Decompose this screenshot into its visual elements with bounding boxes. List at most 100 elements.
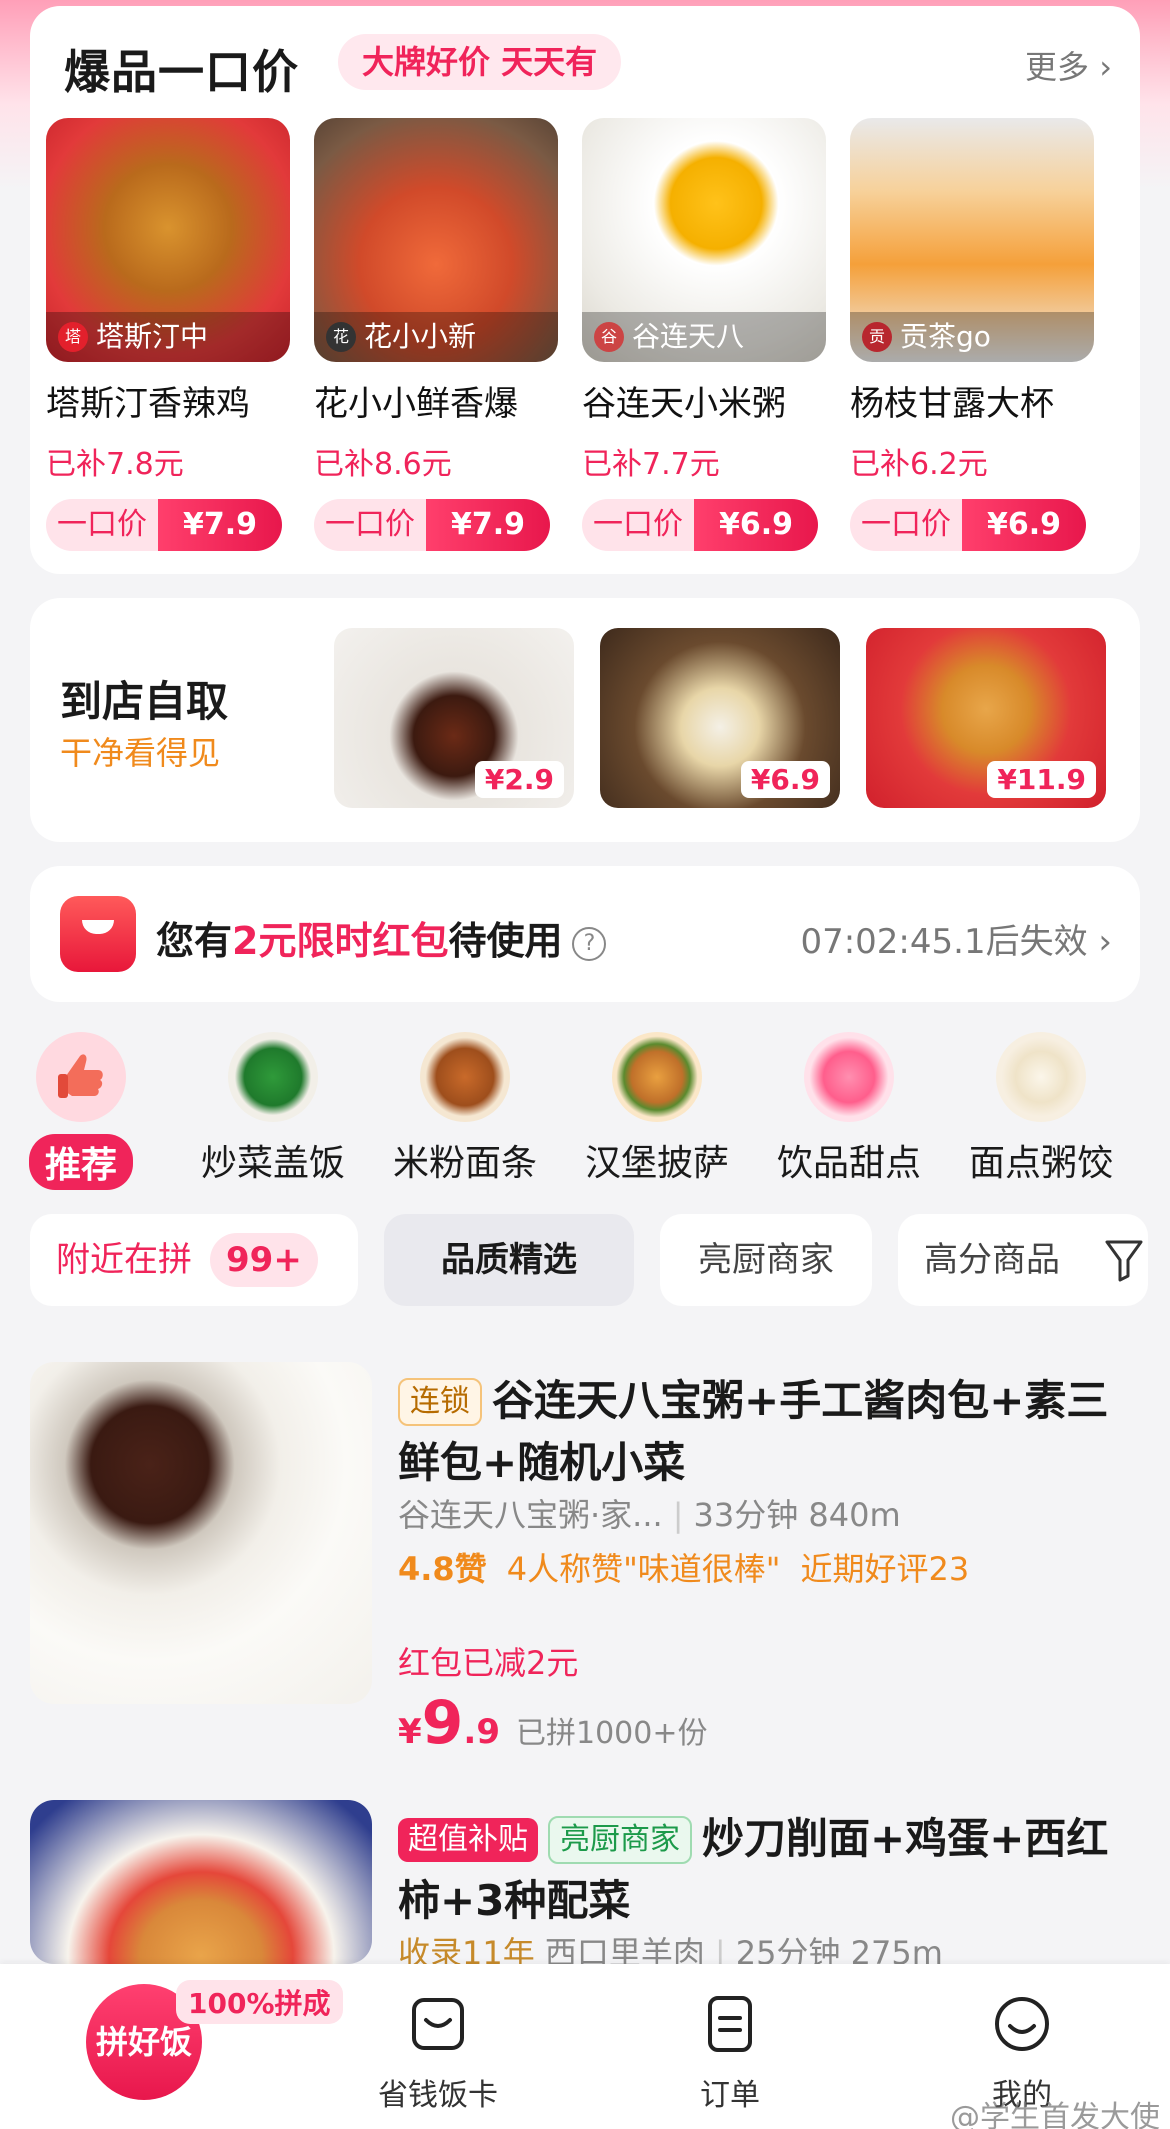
pickup-subtitle: 干净看得见 — [60, 734, 221, 772]
deal-item[interactable]: 谷谷连天八 谷连天小米粥 已补7.7元 一口价 ¥6.9 — [582, 118, 826, 551]
deal-brand: 塔塔斯汀中 — [46, 312, 290, 362]
filter-nearby-label: 附近在拼 — [56, 1240, 192, 1280]
deal-name: 塔斯汀香辣鸡 — [46, 384, 250, 424]
dumpling-icon — [996, 1032, 1086, 1122]
filter-nearby[interactable]: 附近在拼 99+ — [30, 1214, 358, 1306]
category-label: 炒菜盖饭 — [200, 1143, 345, 1184]
deal-brand: 谷谷连天八 — [582, 312, 826, 362]
chef-tag: 亮厨商家 — [548, 1816, 692, 1864]
product-title: 连锁 谷连天八宝粥+手工酱肉包+素三鲜包+随机小菜 — [398, 1370, 1138, 1494]
promo-text: 红包已减2元 — [398, 1644, 579, 1682]
category-noodles[interactable]: 米粉面条 — [390, 1032, 540, 1186]
deals-tag: 大牌好价 天天有 — [338, 34, 622, 90]
category-recommend[interactable]: 推荐 — [6, 1032, 156, 1190]
category-label: 推荐 — [28, 1134, 133, 1190]
category-label: 饮品甜点 — [776, 1143, 921, 1184]
deal-price-value: ¥7.9 — [426, 499, 550, 551]
brand-logo-icon: 花 — [326, 322, 356, 352]
pickup-item-image[interactable]: ¥11.9 — [866, 628, 1106, 808]
filter-score-label: 高分商品 — [924, 1240, 1060, 1280]
rating-score: 4.8赞 — [398, 1550, 487, 1588]
profile-smile-icon — [995, 1997, 1049, 2051]
shop-name: 谷连天八宝粥·家... — [398, 1496, 663, 1534]
category-stirfry[interactable]: 炒菜盖饭 — [198, 1032, 348, 1186]
coupon-suffix: 待使用 — [448, 919, 563, 963]
chevron-right-icon: › — [1099, 48, 1112, 86]
sold-count: 已拼1000+份 — [516, 1716, 708, 1751]
deals-more-label: 更多 — [1025, 48, 1090, 86]
product-image — [30, 1362, 372, 1704]
pickup-card[interactable]: 到店自取 干净看得见 ¥2.9 ¥6.9 ¥11.9 — [30, 598, 1140, 842]
pickup-item-image[interactable]: ¥6.9 — [600, 628, 840, 808]
deal-image: 谷谷连天八 — [582, 118, 826, 362]
dessert-icon — [804, 1032, 894, 1122]
deals-title: 爆品一口价 — [64, 45, 299, 99]
deal-price-pill: 一口价 ¥7.9 — [46, 499, 282, 551]
deal-subsidy: 已补7.7元 — [582, 447, 720, 482]
product-image — [30, 1800, 372, 1964]
category-dumplings[interactable]: 面点粥饺 — [966, 1032, 1116, 1186]
filter-funnel-icon[interactable] — [1104, 1238, 1144, 1282]
filter-quality[interactable]: 品质精选 — [384, 1214, 634, 1306]
category-drinks[interactable]: 饮品甜点 — [774, 1032, 924, 1186]
nav-savings-card[interactable]: 省钱饭卡 — [358, 1994, 518, 2114]
product-listing[interactable]: 连锁 谷连天八宝粥+手工酱肉包+素三鲜包+随机小菜 谷连天八宝粥·家... | 33分… — [30, 1362, 1140, 1762]
coupon-timer: 07:02:45.1后失效 › — [800, 914, 1112, 963]
brand-logo-icon: 塔 — [58, 322, 88, 352]
nav-orders[interactable]: 订单 — [650, 1994, 810, 2114]
deal-brand-label: 花小小新 — [364, 320, 477, 353]
deal-price-value: ¥6.9 — [694, 499, 818, 551]
nav-label: 省钱饭卡 — [378, 2078, 498, 2113]
product-meta: 谷连天八宝粥·家... | 33分钟 840m — [398, 1496, 901, 1534]
deal-brand-label: 谷连天八 — [632, 320, 745, 353]
category-label: 米粉面条 — [392, 1143, 537, 1184]
filter-chef[interactable]: 亮厨商家 — [660, 1214, 872, 1306]
nav-label: 订单 — [700, 2078, 760, 2113]
deal-image: 贡贡茶go — [850, 118, 1094, 362]
thumbs-up-icon — [36, 1032, 126, 1122]
chevron-right-icon: › — [1098, 922, 1112, 962]
filter-chef-label: 亮厨商家 — [698, 1240, 834, 1280]
brand-logo-icon: 谷 — [594, 322, 624, 352]
burger-icon — [612, 1032, 702, 1122]
price-currency: ¥ — [398, 1712, 422, 1752]
deal-subsidy: 已补6.2元 — [850, 447, 988, 482]
product-title: 超值补贴 亮厨商家 炒刀削面+鸡蛋+西红柿+3种配菜 — [398, 1808, 1138, 1932]
deal-price-label: 一口价 — [46, 499, 158, 551]
savings-card-icon — [412, 1998, 464, 2050]
coupon-bar[interactable]: 您有2元限时红包待使用? 07:02:45.1后失效 › — [30, 866, 1140, 1002]
pickup-price: ¥6.9 — [740, 761, 830, 798]
pickup-title: 到店自取 — [60, 677, 229, 726]
category-label: 汉堡披萨 — [584, 1143, 729, 1184]
coupon-amount: 2元限时红包 — [232, 919, 449, 963]
deal-image: 花花小小新 — [314, 118, 558, 362]
deal-price-pill: 一口价 ¥6.9 — [850, 499, 1086, 551]
deals-more-link[interactable]: 更多 › — [1025, 42, 1112, 88]
deal-brand-label: 塔斯汀中 — [96, 320, 209, 353]
coupon-timer-label: 07:02:45.1后失效 — [800, 922, 1088, 962]
category-label: 面点粥饺 — [968, 1143, 1113, 1184]
deal-image: 塔塔斯汀中 — [46, 118, 290, 362]
filter-nearby-count: 99+ — [210, 1233, 318, 1287]
subsidy-tag: 超值补贴 — [398, 1818, 538, 1862]
delivery-time: 33分钟 — [693, 1496, 799, 1534]
deal-brand: 花花小小新 — [314, 312, 558, 362]
help-icon[interactable]: ? — [572, 926, 607, 961]
distance: 840m — [808, 1496, 901, 1534]
pickup-price: ¥2.9 — [474, 761, 564, 798]
deal-item[interactable]: 花花小小新 花小小鲜香爆 已补8.6元 一口价 ¥7.9 — [314, 118, 558, 551]
deal-price-pill: 一口价 ¥7.9 — [314, 499, 550, 551]
deal-price-label: 一口价 — [314, 499, 426, 551]
bottom-nav: 拼好饭 100%拼成 省钱饭卡 订单 我的 @学生首发大使 — [0, 1964, 1170, 2129]
deal-item[interactable]: 塔塔斯汀中 塔斯汀香辣鸡 已补7.8元 一口价 ¥7.9 — [46, 118, 290, 551]
category-burger[interactable]: 汉堡披萨 — [582, 1032, 732, 1186]
deal-item[interactable]: 贡贡茶go 杨枝甘露大杯 已补6.2元 一口价 ¥6.9 — [850, 118, 1094, 551]
deal-subsidy: 已补7.8元 — [46, 447, 184, 482]
deal-price-label: 一口价 — [850, 499, 962, 551]
pickup-item-image[interactable]: ¥2.9 — [334, 628, 574, 808]
deal-price-value: ¥7.9 — [158, 499, 282, 551]
deal-brand: 贡贡茶go — [850, 312, 1094, 362]
deal-name: 花小小鲜香爆 — [314, 384, 518, 424]
red-envelope-icon — [60, 896, 136, 972]
filter-quality-label: 品质精选 — [441, 1240, 577, 1280]
